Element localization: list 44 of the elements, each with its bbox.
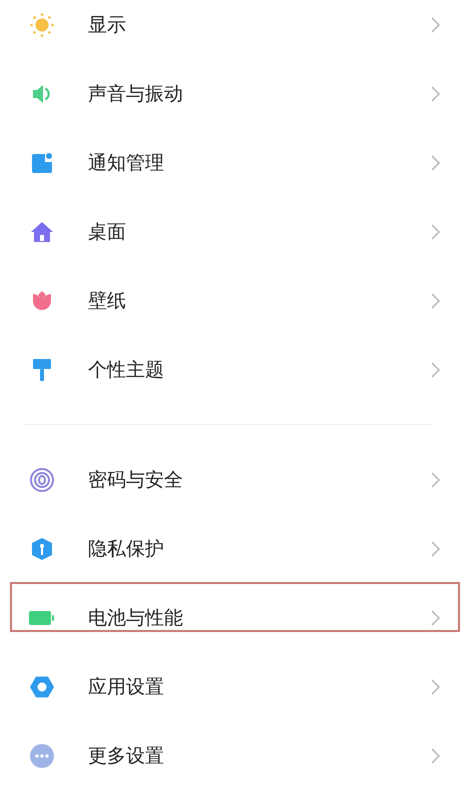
- settings-row[interactable]: 桌面: [0, 197, 474, 266]
- chevron-icon: [431, 678, 440, 694]
- chevron-icon: [431, 154, 440, 170]
- row-label: 显示: [88, 12, 127, 38]
- chevron-icon: [431, 362, 440, 378]
- row-label: 密码与安全: [88, 468, 184, 492]
- home-icon: [30, 220, 54, 242]
- chevron-icon: [431, 540, 440, 556]
- settings-row[interactable]: 声音与振动: [0, 59, 474, 128]
- row-label: 桌面: [88, 220, 127, 244]
- row-label: 通知管理: [88, 150, 165, 176]
- row-label: 声音与振动: [88, 82, 184, 106]
- paint-roller-icon: [31, 358, 53, 382]
- settings-row[interactable]: 通知管理: [0, 128, 474, 197]
- row-label: 壁纸: [88, 288, 127, 314]
- sun-icon: [29, 12, 55, 38]
- row-label: 应用设置: [88, 674, 165, 700]
- notification-icon: [31, 152, 53, 174]
- settings-row[interactable]: 电池与性能: [0, 583, 474, 652]
- settings-row[interactable]: 密码与安全: [0, 445, 474, 514]
- fingerprint-icon: [29, 466, 55, 492]
- settings-row[interactable]: 显示: [0, 0, 474, 59]
- chevron-icon: [431, 16, 440, 32]
- row-label: 个性主题: [88, 358, 165, 382]
- row-label: 隐私保护: [88, 536, 165, 562]
- more-icon: [29, 742, 55, 768]
- chevron-icon: [431, 224, 440, 240]
- chevron-icon: [431, 292, 440, 308]
- settings-row[interactable]: 应用设置: [0, 652, 474, 721]
- settings-row[interactable]: 更多设置: [0, 721, 474, 790]
- settings-row[interactable]: 个性主题: [0, 335, 474, 404]
- row-label: 更多设置: [88, 744, 165, 768]
- speaker-icon: [31, 82, 53, 104]
- chevron-icon: [431, 748, 440, 764]
- tulip-icon: [31, 290, 53, 312]
- row-label: 电池与性能: [88, 606, 184, 630]
- shield-icon: [30, 536, 54, 560]
- chevron-icon: [431, 610, 440, 626]
- chevron-icon: [431, 86, 440, 102]
- settings-row[interactable]: 壁纸: [0, 266, 474, 335]
- settings-icon: [29, 674, 55, 700]
- settings-row[interactable]: 隐私保护: [0, 514, 474, 583]
- chevron-icon: [431, 472, 440, 488]
- battery-icon: [29, 610, 55, 626]
